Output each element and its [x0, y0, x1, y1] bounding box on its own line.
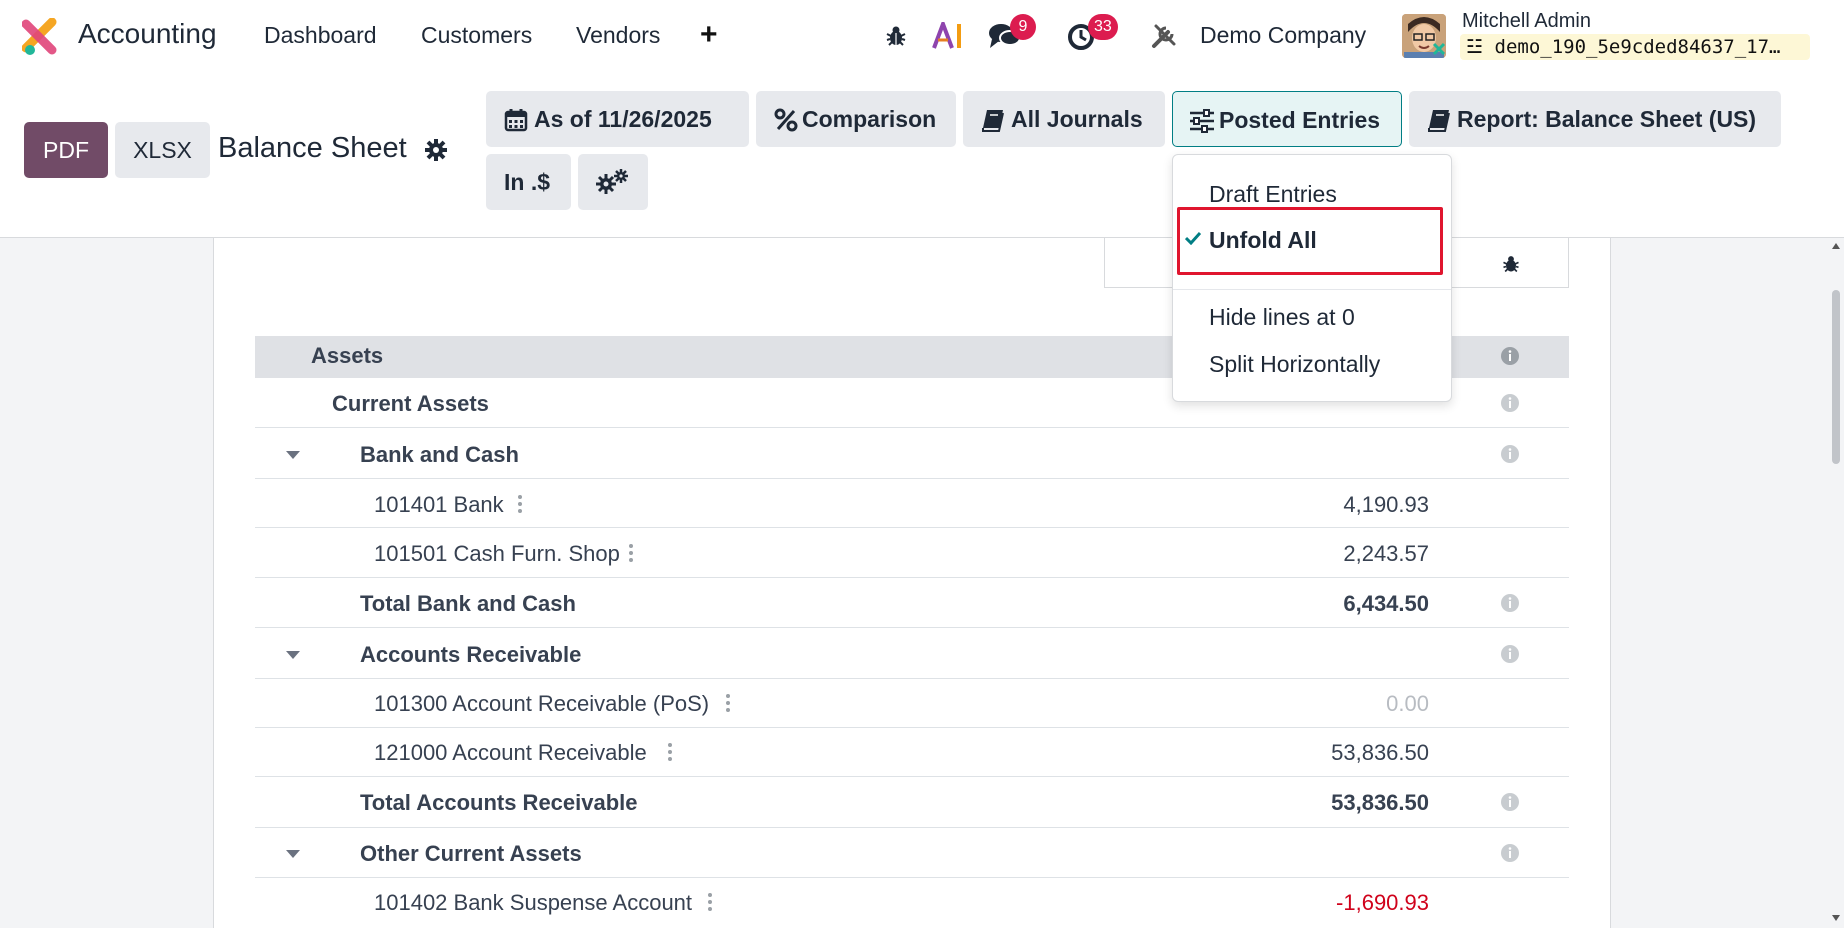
row-label: Accounts Receivable — [360, 642, 582, 667]
row-label: Bank and Cash — [360, 442, 519, 467]
database-icon: ☳ — [1466, 36, 1484, 58]
row-label: Other Current Assets — [360, 841, 582, 866]
posted-entries-label: Posted Entries — [1219, 107, 1381, 133]
kebab-icon[interactable] — [628, 543, 634, 563]
accounting-logo-icon[interactable] — [22, 18, 60, 56]
company-switcher[interactable]: Demo Company — [1200, 22, 1366, 49]
activities-badge: 33 — [1088, 14, 1118, 40]
scroll-up-icon[interactable] — [1831, 242, 1841, 250]
row-total-bank-and-cash[interactable]: Total Bank and Cash 6,434.50 — [255, 578, 1569, 628]
info-icon[interactable] — [1500, 593, 1520, 613]
row-amount[interactable]: 53,836.50 — [1331, 790, 1429, 816]
row-ar-pos[interactable]: 101300 Account Receivable (PoS) 0.00 — [255, 679, 1569, 728]
calendar-icon — [504, 109, 528, 132]
row-amount[interactable]: 2,243.57 — [1343, 541, 1429, 567]
row-label: 121000 Account Receivable — [374, 740, 647, 765]
database-pill[interactable]: ☳ demo_190_5e9cded84637_17… — [1460, 34, 1810, 60]
row-label: 101300 Account Receivable (PoS) — [374, 691, 710, 716]
control-panel: PDF XLSX Balance Sheet As of 11/26/2025 … — [0, 74, 1844, 238]
nav-customers[interactable]: Customers — [421, 22, 532, 49]
kebab-icon[interactable] — [725, 693, 731, 713]
row-label: Assets — [311, 343, 384, 368]
plus-icon[interactable]: + — [700, 18, 718, 52]
nav-dashboard[interactable]: Dashboard — [264, 22, 377, 49]
kebab-icon[interactable] — [517, 494, 523, 514]
row-label: 101402 Bank Suspense Account — [374, 890, 693, 915]
row-label: 101501 Cash Furn. Shop — [374, 541, 620, 566]
bug-icon[interactable] — [884, 24, 908, 48]
row-amount[interactable]: 4,190.93 — [1343, 492, 1429, 518]
comparison-label: Comparison — [802, 106, 937, 132]
row-label: 101401 Bank — [374, 492, 504, 517]
row-label: Current Assets — [332, 391, 489, 416]
highlight-box — [1177, 207, 1443, 275]
row-total-accounts-receivable[interactable]: Total Accounts Receivable 53,836.50 — [255, 777, 1569, 828]
messages-badge: 9 — [1010, 14, 1036, 40]
sliders-icon — [1190, 109, 1214, 133]
menu-item-draft-entries[interactable]: Draft Entries — [1209, 181, 1337, 208]
user-avatar[interactable] — [1402, 14, 1446, 58]
app-name[interactable]: Accounting — [78, 18, 217, 50]
scroll-thumb[interactable] — [1832, 290, 1840, 464]
row-label: Total Accounts Receivable — [360, 790, 638, 815]
row-label: Total Bank and Cash — [360, 591, 576, 616]
gear-icon[interactable] — [424, 138, 448, 162]
bug-icon[interactable] — [1501, 254, 1521, 274]
row-other-current-assets[interactable]: Other Current Assets — [255, 828, 1569, 878]
row-bank[interactable]: 101401 Bank 4,190.93 — [255, 479, 1569, 528]
nav-vendors[interactable]: Vendors — [576, 22, 660, 49]
currency-button[interactable]: In .$ — [486, 154, 571, 210]
book-icon — [982, 110, 1004, 132]
user-name[interactable]: Mitchell Admin — [1462, 10, 1591, 33]
info-icon[interactable] — [1500, 444, 1520, 464]
info-icon[interactable] — [1500, 843, 1520, 863]
xlsx-button[interactable]: XLSX — [115, 122, 210, 178]
row-cash-furn-shop[interactable]: 101501 Cash Furn. Shop 2,243.57 — [255, 528, 1569, 578]
kebab-icon[interactable] — [667, 742, 673, 762]
top-navbar: Accounting Dashboard Customers Vendors +… — [0, 0, 1844, 74]
pdf-button[interactable]: PDF — [24, 122, 108, 178]
row-accounts-receivable[interactable]: Accounts Receivable — [255, 628, 1569, 679]
info-icon[interactable] — [1500, 393, 1520, 413]
report-label: Report: Balance Sheet (US) — [1457, 106, 1757, 132]
row-account-receivable[interactable]: 121000 Account Receivable 53,836.50 — [255, 728, 1569, 777]
kebab-icon[interactable] — [707, 892, 713, 912]
journals-label: All Journals — [1011, 106, 1143, 132]
comparison-button[interactable]: Comparison — [756, 91, 956, 147]
menu-divider — [1173, 289, 1451, 290]
gears-icon — [596, 169, 628, 194]
posted-entries-button[interactable]: Posted Entries — [1172, 91, 1402, 147]
caret-down-icon[interactable] — [285, 849, 301, 859]
row-bank-and-cash[interactable]: Bank and Cash — [255, 428, 1569, 479]
date-filter-label: As of 11/26/2025 — [534, 106, 712, 132]
caret-down-icon[interactable] — [285, 650, 301, 660]
scroll-down-icon[interactable] — [1831, 914, 1841, 922]
page-title: Balance Sheet — [218, 132, 407, 164]
menu-item-hide-lines-at-0[interactable]: Hide lines at 0 — [1209, 304, 1355, 331]
scrollbar[interactable] — [1826, 238, 1844, 928]
row-amount[interactable]: 6,434.50 — [1343, 591, 1429, 617]
info-icon[interactable] — [1500, 792, 1520, 812]
percent-icon — [774, 108, 798, 132]
report-button[interactable]: Report: Balance Sheet (US) — [1409, 91, 1781, 147]
book-icon — [1428, 110, 1450, 132]
ai-icon[interactable] — [932, 22, 966, 50]
tools-icon[interactable] — [1150, 22, 1178, 50]
row-amount[interactable]: 53,836.50 — [1331, 740, 1429, 766]
row-amount[interactable]: -1,690.93 — [1336, 890, 1429, 916]
menu-item-split-horizontally[interactable]: Split Horizontally — [1209, 351, 1380, 378]
info-icon[interactable] — [1500, 644, 1520, 664]
entries-dropdown-menu: Draft Entries Unfold All Hide lines at 0… — [1172, 154, 1452, 402]
row-amount[interactable]: 0.00 — [1386, 691, 1429, 717]
status-icon — [1432, 42, 1446, 56]
date-filter-button[interactable]: As of 11/26/2025 — [486, 91, 749, 147]
caret-down-icon[interactable] — [285, 450, 301, 460]
row-bank-suspense[interactable]: 101402 Bank Suspense Account -1,690.93 — [255, 878, 1569, 928]
database-name: demo_190_5e9cded84637_17… — [1494, 36, 1781, 58]
journals-button[interactable]: All Journals — [963, 91, 1165, 147]
info-icon[interactable] — [1500, 346, 1520, 366]
options-button[interactable] — [578, 154, 648, 210]
